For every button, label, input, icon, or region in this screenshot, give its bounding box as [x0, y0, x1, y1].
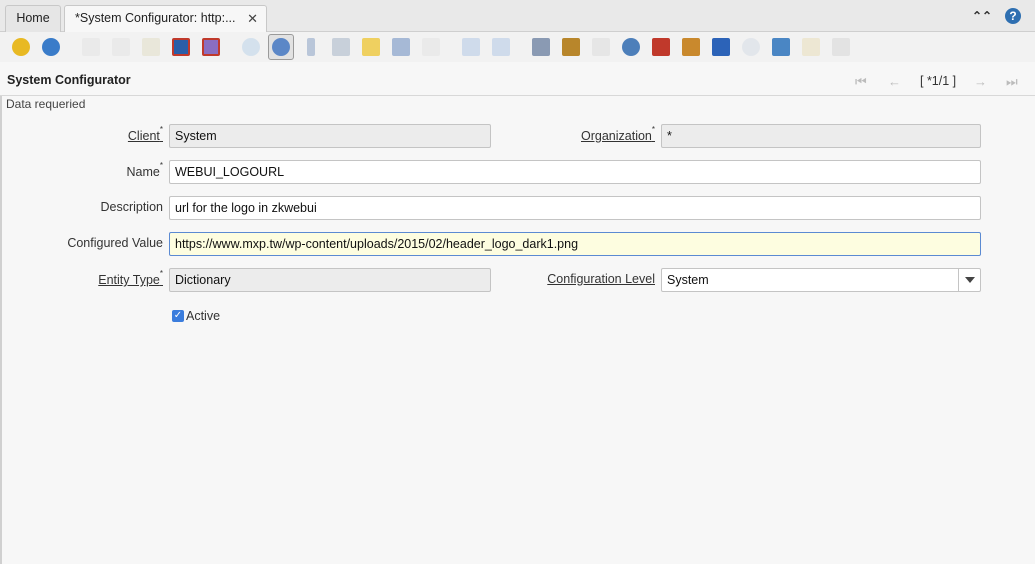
next-record-icon-glyph — [492, 38, 510, 56]
print-icon[interactable] — [588, 34, 614, 60]
organization-field[interactable]: * — [661, 124, 981, 148]
status-message: Data requeried — [6, 97, 86, 111]
previous-record-icon[interactable] — [458, 34, 484, 60]
new-record-icon[interactable] — [78, 34, 104, 60]
refresh-icon[interactable] — [238, 34, 264, 60]
organization-label[interactable]: Organization* — [540, 125, 655, 144]
copy-record-icon-glyph — [112, 38, 130, 56]
panel-border — [0, 96, 2, 564]
previous-record-icon-glyph — [462, 38, 480, 56]
entity-type-label-text: Entity Type — [98, 273, 160, 288]
undo-icon[interactable] — [8, 34, 34, 60]
help-icon-glyph — [42, 38, 60, 56]
first-record-icon[interactable]: ⏮ — [855, 74, 867, 90]
description-field[interactable]: url for the logo in zkwebui — [169, 196, 981, 220]
configured-value-field[interactable]: https://www.mxp.tw/wp-content/uploads/20… — [169, 232, 981, 256]
post-it-icon-glyph — [362, 38, 380, 56]
help-icon[interactable] — [38, 34, 64, 60]
new-record-icon-glyph — [82, 38, 100, 56]
parent-record-icon[interactable] — [418, 34, 444, 60]
find-icon-glyph — [272, 38, 290, 56]
chevron-down-icon[interactable] — [958, 269, 980, 291]
required-marker: * — [159, 269, 163, 278]
tab-label: *System Configurator: http:... — [75, 11, 236, 25]
required-marker: * — [159, 125, 163, 134]
active-label: Active — [186, 309, 221, 323]
customize-icon-glyph — [832, 38, 850, 56]
undo-icon-glyph — [12, 38, 30, 56]
last-record-icon[interactable]: ⏭ — [1006, 74, 1018, 90]
delete-icon[interactable] — [138, 34, 164, 60]
export-icon[interactable] — [768, 34, 794, 60]
save-and-new-icon-glyph — [202, 38, 220, 56]
parent-record-icon-glyph — [422, 38, 440, 56]
configuration-level-label[interactable]: Configuration Level — [520, 272, 655, 286]
client-label-text: Client — [127, 129, 160, 144]
tab-bar: Home *System Configurator: http:... ✕ ⌃⌃… — [0, 0, 1035, 33]
active-workflows-icon-glyph — [652, 38, 670, 56]
organization-label-text: Organization — [581, 129, 652, 144]
copy-record-icon[interactable] — [108, 34, 134, 60]
configuration-level-value: System — [667, 273, 709, 287]
import-icon[interactable] — [798, 34, 824, 60]
requests-icon-glyph — [682, 38, 700, 56]
requests-icon[interactable] — [678, 34, 704, 60]
save-and-new-icon[interactable] — [198, 34, 224, 60]
client-field[interactable]: System — [169, 124, 491, 148]
entity-type-field[interactable]: Dictionary — [169, 268, 491, 292]
post-it-icon[interactable] — [358, 34, 384, 60]
attachment-icon[interactable] — [298, 34, 324, 60]
tab-home[interactable]: Home — [5, 5, 61, 32]
product-info-icon[interactable] — [708, 34, 734, 60]
customize-icon[interactable] — [828, 34, 854, 60]
window-header: System Configurator ⏮ ← [ *1/1 ] → ⏭ — [0, 66, 1035, 96]
zoom-across-icon[interactable] — [618, 34, 644, 60]
description-label: Description — [100, 200, 163, 214]
name-field[interactable]: WEBUI_LOGOURL — [169, 160, 981, 184]
collapse-icon[interactable]: ⌃⌃ — [972, 8, 992, 24]
process-icon-glyph — [742, 38, 760, 56]
delete-icon-glyph — [142, 38, 160, 56]
record-indicator: [ *1/1 ] — [920, 74, 957, 88]
find-icon[interactable] — [268, 34, 294, 60]
help-icon[interactable]: ? — [1005, 8, 1021, 24]
print-icon-glyph — [592, 38, 610, 56]
grid-toggle-icon-glyph — [392, 38, 410, 56]
configured-value-label: Configured Value — [67, 236, 163, 250]
archive-icon-glyph — [562, 38, 580, 56]
active-checkbox[interactable]: ✓ — [172, 310, 184, 322]
name-label-text: Name — [126, 165, 160, 180]
export-icon-glyph — [772, 38, 790, 56]
tab-system-configurator[interactable]: *System Configurator: http:... ✕ — [64, 5, 267, 33]
required-marker: * — [651, 125, 655, 134]
import-icon-glyph — [802, 38, 820, 56]
zoom-across-icon-glyph — [622, 38, 640, 56]
chat-icon-glyph — [332, 38, 350, 56]
next-record-icon[interactable] — [488, 34, 514, 60]
active-workflows-icon[interactable] — [648, 34, 674, 60]
save-icon[interactable] — [168, 34, 194, 60]
configuration-level-select[interactable]: System — [661, 268, 981, 292]
chat-icon[interactable] — [328, 34, 354, 60]
attachment-icon-glyph — [307, 38, 315, 56]
page-title: System Configurator — [7, 73, 131, 87]
previous-record-icon[interactable]: ← — [888, 74, 901, 89]
next-record-icon[interactable]: → — [974, 74, 987, 89]
grid-toggle-icon[interactable] — [388, 34, 414, 60]
refresh-icon-glyph — [242, 38, 260, 56]
report-icon[interactable] — [528, 34, 554, 60]
product-info-icon-glyph — [712, 38, 730, 56]
toolbar — [0, 32, 1035, 62]
entity-type-label[interactable]: Entity Type* — [60, 269, 163, 288]
name-label: Name* — [60, 161, 163, 180]
archive-icon[interactable] — [558, 34, 584, 60]
required-marker: * — [159, 161, 163, 170]
process-icon[interactable] — [738, 34, 764, 60]
save-icon-glyph — [172, 38, 190, 56]
report-icon-glyph — [532, 38, 550, 56]
client-label[interactable]: Client* — [60, 125, 163, 144]
close-icon[interactable]: ✕ — [247, 6, 258, 31]
